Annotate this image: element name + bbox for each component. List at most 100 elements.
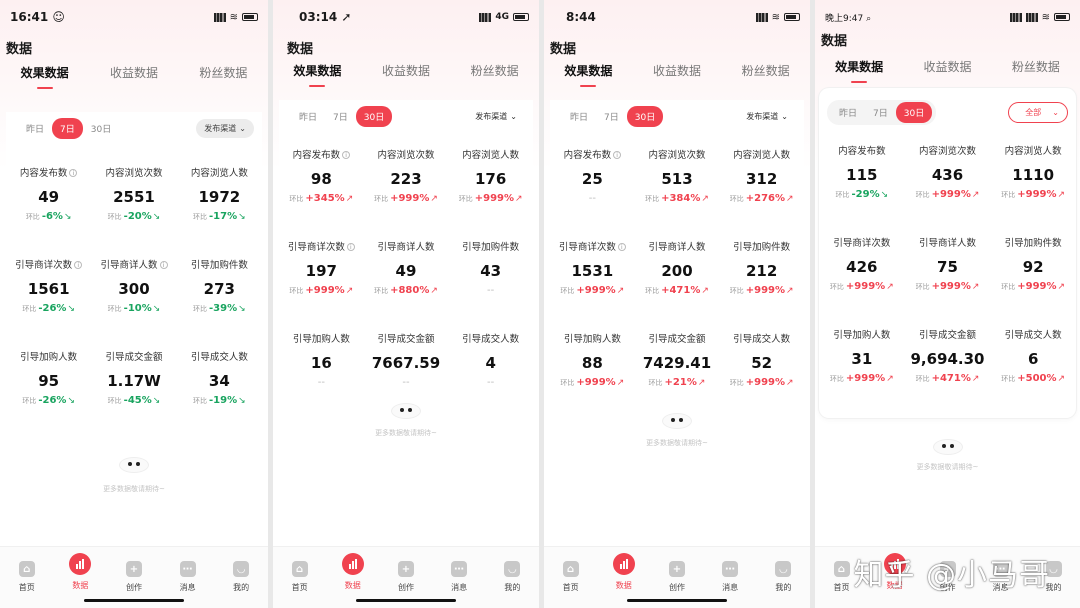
compare-prefix: 环比 <box>1001 283 1016 291</box>
metric-label-text: 内容浏览人数 <box>733 150 791 161</box>
tab-effect-data[interactable]: 效果数据 <box>21 64 69 87</box>
metric-value: 52 <box>751 354 773 372</box>
metric-label: 引导商详人数 <box>635 239 720 253</box>
metric-change-value: -26% <box>38 395 67 406</box>
range-30d[interactable]: 30日 <box>626 106 664 127</box>
nav-messages[interactable]: ⋯ 消息 <box>442 561 476 593</box>
trend-up-icon: ↗ <box>971 282 980 292</box>
nav-me[interactable]: ◡ 我的 <box>766 561 800 593</box>
channel-dropdown[interactable]: 发布渠道 ⌄ <box>196 119 254 138</box>
info-icon[interactable]: i <box>69 169 78 177</box>
metric-cell: 引导加购件数 43 -- <box>448 237 533 329</box>
range-selector: 昨日 7日 30日 <box>827 100 937 125</box>
metric-value: 16 <box>310 354 332 372</box>
nav-me[interactable]: ◡ 我的 <box>495 561 529 593</box>
trend-up-icon: ↗ <box>430 194 438 204</box>
status-bar: 03:14 ➚ 4G <box>273 6 539 28</box>
tab-revenue-data[interactable]: 收益数据 <box>382 62 430 85</box>
nav-messages[interactable]: ⋯ 消息 <box>171 561 205 593</box>
wifi-icon: ≋ <box>771 11 780 23</box>
tab-fans-data[interactable]: 粉丝数据 <box>199 64 247 87</box>
tab-revenue-data[interactable]: 收益数据 <box>923 58 971 81</box>
compare-prefix: 环比 <box>915 191 930 199</box>
metric-label: 引导加购人数 <box>279 331 364 345</box>
metric-change-value: +999% <box>305 285 345 296</box>
tab-revenue-data[interactable]: 收益数据 <box>653 62 701 85</box>
info-icon[interactable]: i <box>159 261 168 269</box>
range-yesterday[interactable]: 昨日 <box>831 102 865 123</box>
metric-cell: 引导商详人数 75 环比 +999%↗ <box>905 233 991 325</box>
metric-cell: 引导成交人数 52 环比 +999%↗ <box>719 329 804 421</box>
page-title: 数据 <box>6 42 33 57</box>
tab-effect-data[interactable]: 效果数据 <box>564 62 612 85</box>
range-7d[interactable]: 7日 <box>865 102 896 123</box>
tab-fans-data[interactable]: 粉丝数据 <box>1012 58 1060 81</box>
trend-up-icon: ↗ <box>345 286 354 296</box>
metric-change: 环比 +21%↗ <box>635 377 720 388</box>
nav-home[interactable]: ⌂ 首页 <box>554 561 588 593</box>
range-yesterday[interactable]: 昨日 <box>18 118 52 139</box>
battery-icon <box>513 13 529 21</box>
nav-data[interactable]: 数据 <box>63 553 97 591</box>
metric-label-text: 内容发布数 <box>838 146 886 157</box>
metric-cell: 引导成交人数 6 环比 +500%↗ <box>990 325 1076 417</box>
nav-messages[interactable]: ⋯ 消息 <box>713 561 747 593</box>
metric-change: 环比 -29%↘ <box>819 189 905 200</box>
battery-icon <box>242 13 258 21</box>
metric-value: 4 <box>485 354 496 372</box>
metric-cell: 引导成交金额 1.17W 环比 -45%↘ <box>91 347 176 439</box>
range-30d[interactable]: 30日 <box>895 102 933 123</box>
metric-label: 内容浏览人数 <box>448 147 533 161</box>
compare-prefix: 环比 <box>25 213 40 221</box>
tab-effect-data[interactable]: 效果数据 <box>293 62 341 85</box>
tab-fans-data[interactable]: 粉丝数据 <box>742 62 790 85</box>
metric-change-value: -- <box>487 285 495 296</box>
range-7d[interactable]: 7日 <box>325 106 356 127</box>
info-icon[interactable]: i <box>613 151 622 159</box>
tab-effect-data[interactable]: 效果数据 <box>835 58 883 81</box>
info-icon[interactable]: i <box>342 151 351 159</box>
trend-up-icon: ↗ <box>786 194 794 204</box>
tab-fans-data[interactable]: 粉丝数据 <box>471 62 519 85</box>
metric-value: 2551 <box>113 188 155 206</box>
range-7d[interactable]: 7日 <box>596 106 627 127</box>
range-7d[interactable]: 7日 <box>52 118 83 139</box>
compare-prefix: 环比 <box>729 195 744 203</box>
nav-data[interactable]: 数据 <box>336 553 370 591</box>
metric-label-text: 引导商详人数 <box>648 242 706 253</box>
channel-dropdown[interactable]: 全部 ⌄ <box>1008 102 1068 123</box>
metric-cell: 引导加购件数 92 环比 +999%↗ <box>990 233 1076 325</box>
trend-up-icon: ↗ <box>1057 282 1066 292</box>
info-icon[interactable]: i <box>617 243 626 251</box>
tab-revenue-data[interactable]: 收益数据 <box>110 64 158 87</box>
data-chart-icon <box>69 553 92 575</box>
metric-cell: 引导商详人数 49 环比 +880%↗ <box>364 237 449 329</box>
nav-me[interactable]: ◡ 我的 <box>224 561 258 593</box>
channel-dropdown[interactable]: 发布渠道 ⌄ <box>738 107 796 126</box>
metric-cell: 内容发布数 i 49 环比 -6%↘ <box>6 163 91 255</box>
range-30d[interactable]: 30日 <box>355 106 393 127</box>
metric-cell: 内容发布数 i 98 环比 +345%↗ <box>279 145 364 237</box>
range-yesterday[interactable]: 昨日 <box>562 106 596 127</box>
metric-label: 引导商详次数 i <box>550 239 635 253</box>
nav-home[interactable]: ⌂ 首页 <box>283 561 317 593</box>
range-30d[interactable]: 30日 <box>83 118 119 139</box>
range-yesterday[interactable]: 昨日 <box>291 106 325 127</box>
metric-label: 内容浏览人数 <box>719 147 804 161</box>
channel-dropdown-label: 全部 <box>1025 108 1042 117</box>
nav-create[interactable]: + 创作 <box>389 561 423 593</box>
metric-label: 引导商详人数 <box>364 239 449 253</box>
metric-change: 环比 -39%↘ <box>177 303 262 314</box>
info-icon[interactable]: i <box>346 243 355 251</box>
profile-icon: ◡ <box>504 561 521 577</box>
nav-data[interactable]: 数据 <box>607 553 641 591</box>
metric-label-text: 内容发布数 <box>19 168 68 179</box>
metric-label: 内容浏览次数 <box>91 165 176 179</box>
info-icon[interactable]: i <box>74 261 83 269</box>
channel-dropdown[interactable]: 发布渠道 ⌄ <box>467 107 525 126</box>
nav-home[interactable]: ⌂ 首页 <box>10 561 44 593</box>
nav-create[interactable]: + 创作 <box>117 561 151 593</box>
nav-create[interactable]: + 创作 <box>660 561 694 593</box>
more-data-coming: 更多数据敬请期待~ <box>375 429 437 437</box>
metric-change-value: +471% <box>931 373 971 384</box>
